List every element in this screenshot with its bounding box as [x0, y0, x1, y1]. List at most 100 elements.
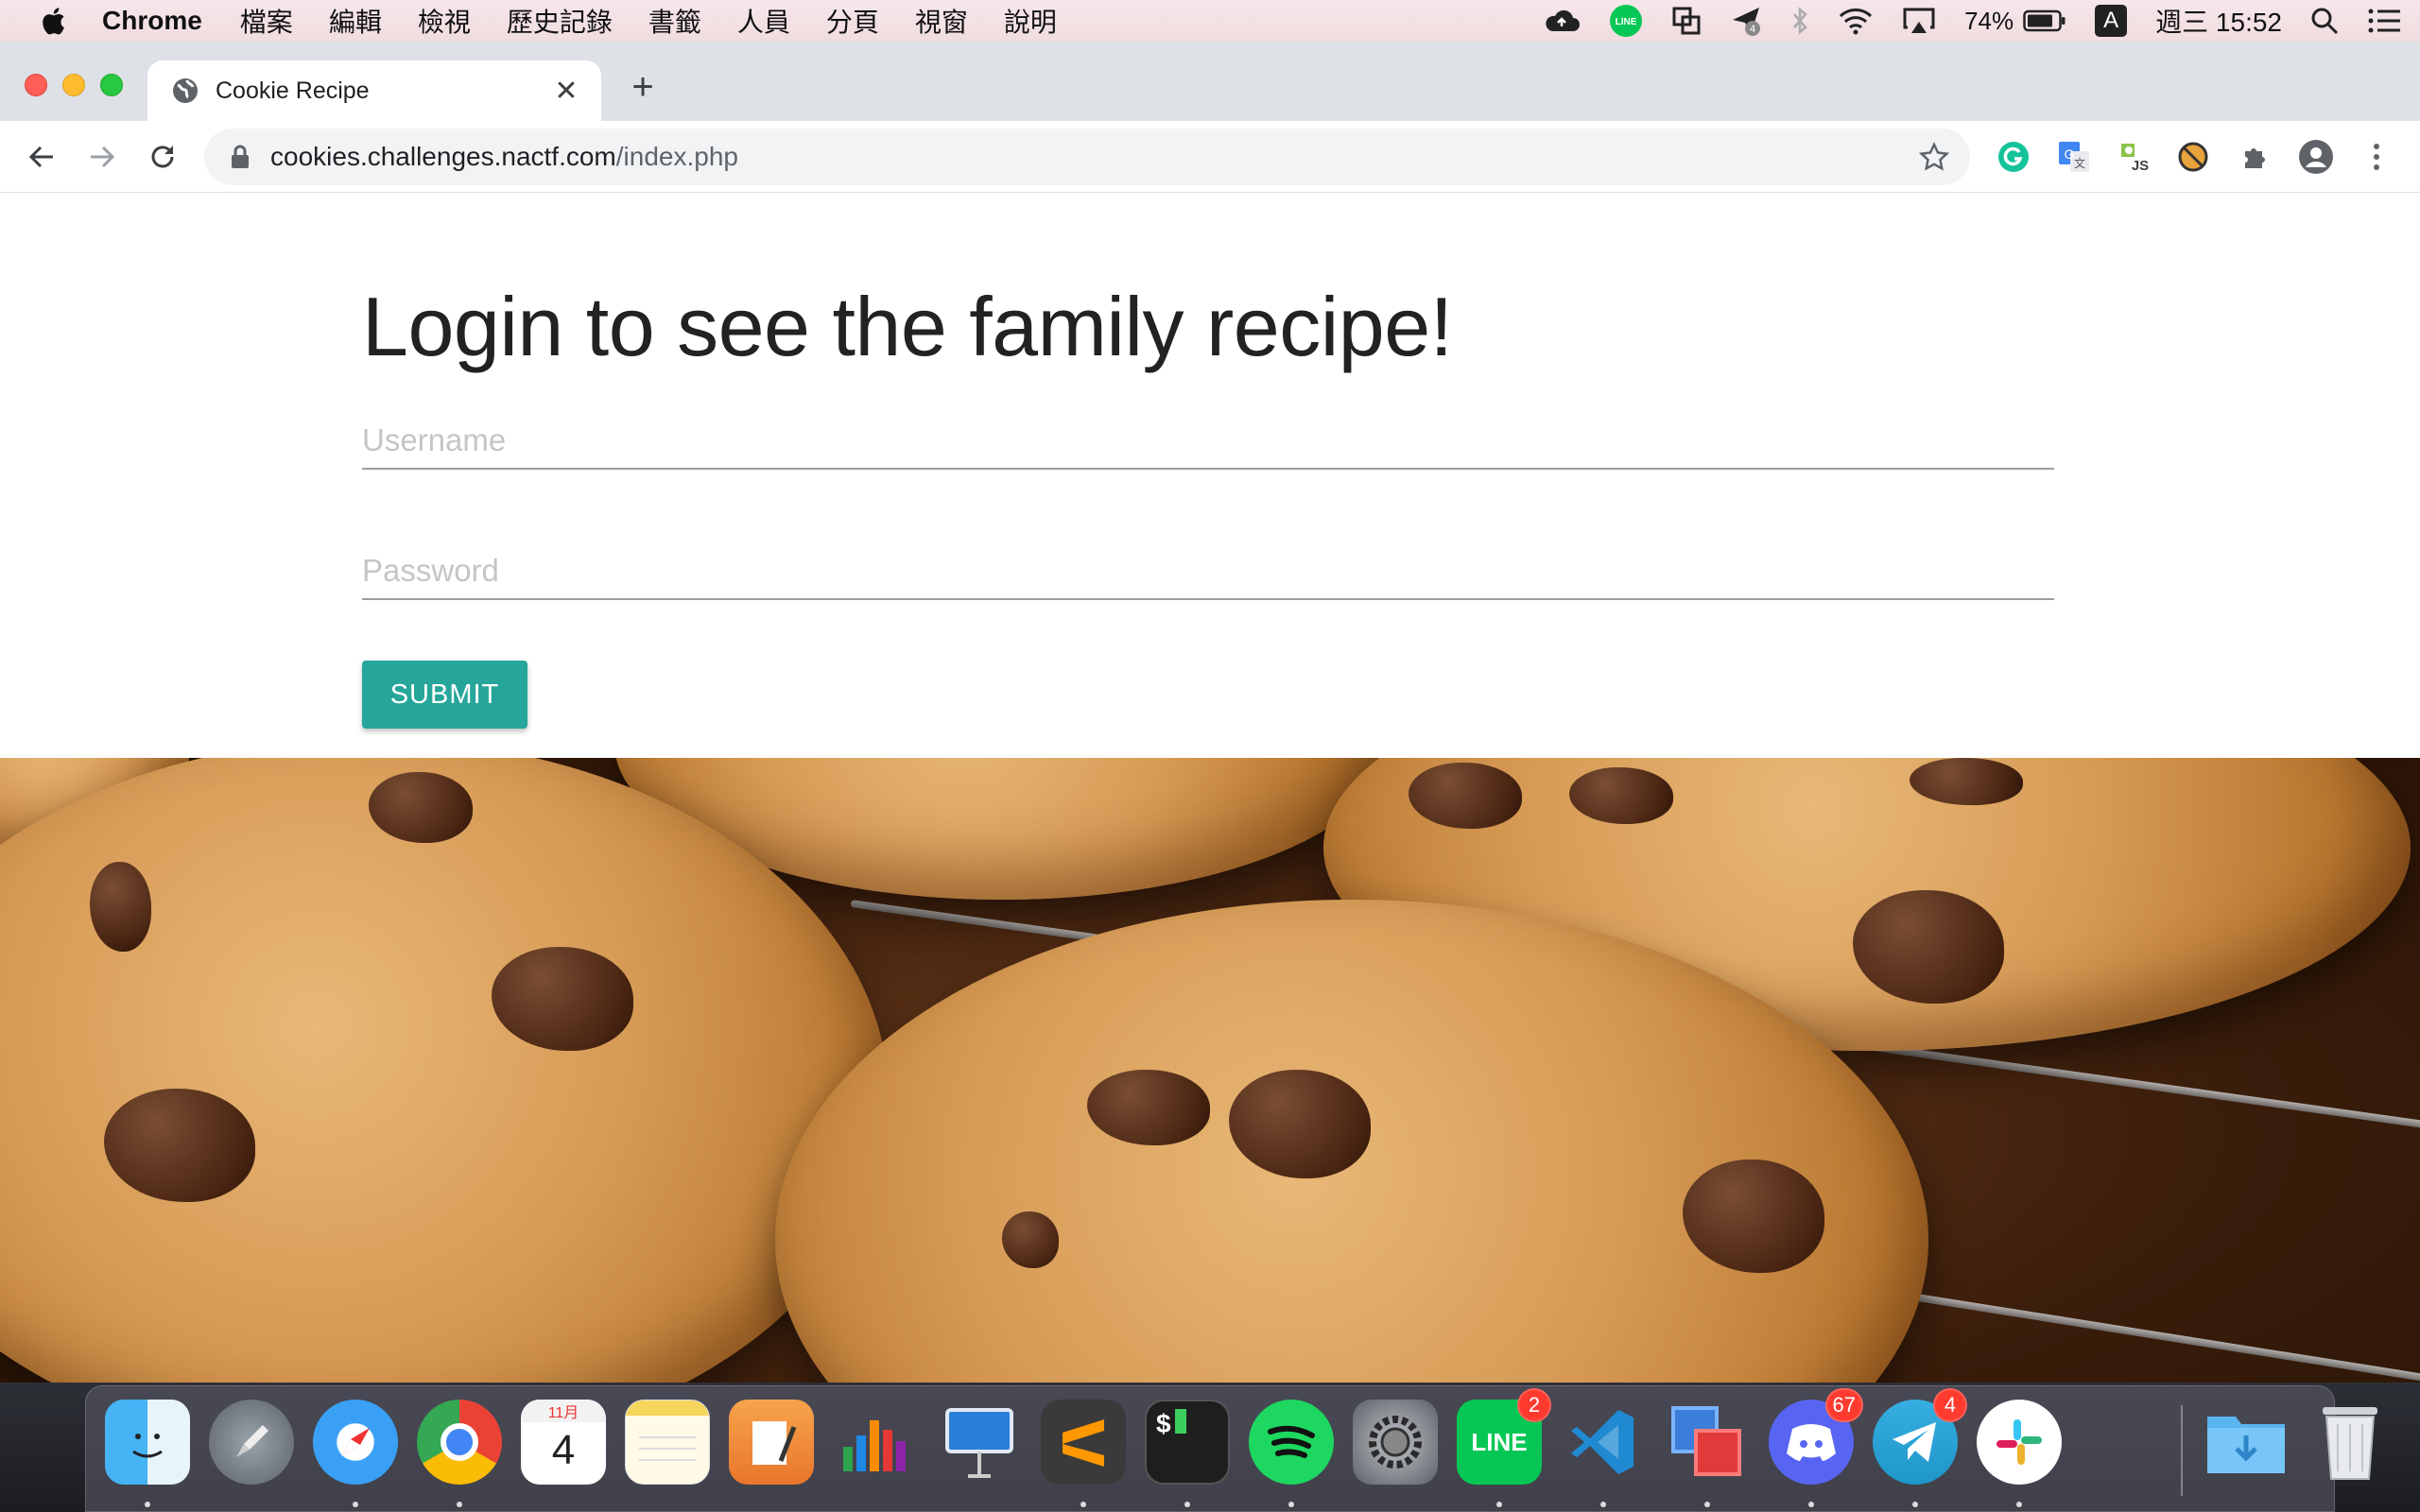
slack-running-indicator	[2016, 1502, 2022, 1507]
page-title: Login to see the family recipe!	[362, 280, 1453, 373]
svg-text:4: 4	[1750, 24, 1755, 35]
window-switch-icon[interactable]	[1671, 0, 1702, 42]
chrome-icon[interactable]	[417, 1400, 502, 1485]
vmware-fusion-icon[interactable]	[1665, 1400, 1750, 1485]
menu-help[interactable]: 說明	[1004, 2, 1057, 40]
send-icon[interactable]: 4	[1730, 0, 1762, 42]
discord-icon[interactable]: 67	[1769, 1388, 1863, 1485]
telegram-notification-badge: 4	[1933, 1388, 1967, 1422]
chrome-menu-icon[interactable]	[2358, 138, 2395, 176]
input-method-indicator[interactable]: A	[2095, 0, 2128, 42]
downloads-folder-icon[interactable]	[2204, 1400, 2289, 1485]
close-tab-icon[interactable]: ✕	[550, 75, 582, 107]
sublime-text-icon[interactable]	[1041, 1400, 1126, 1485]
menu-app-name[interactable]: Chrome	[102, 6, 202, 36]
clock[interactable]: 週三 15:52	[2155, 0, 2282, 42]
finder-icon[interactable]	[105, 1400, 190, 1485]
minimize-window-button[interactable]	[62, 74, 85, 96]
terminal-cursor	[1174, 1409, 1186, 1434]
menu-window[interactable]: 視窗	[915, 2, 968, 40]
menu-tab[interactable]: 分頁	[826, 2, 879, 40]
slack-icon[interactable]	[1977, 1400, 2062, 1485]
vmware-running-indicator	[1704, 1502, 1710, 1507]
tab-cookie-recipe[interactable]: Cookie Recipe ✕	[147, 60, 601, 121]
bookmark-star-icon[interactable]	[1919, 142, 1949, 172]
menu-edit[interactable]: 編輯	[329, 2, 382, 40]
cookies-background-image	[0, 758, 2420, 1383]
safari-icon[interactable]	[313, 1400, 398, 1485]
line-app-icon[interactable]: LINE 2	[1457, 1388, 1551, 1485]
blocked-extension-icon[interactable]	[2174, 138, 2212, 176]
menu-people[interactable]: 人員	[737, 2, 790, 40]
cloud-sync-icon[interactable]	[1543, 0, 1581, 42]
chrome-running-indicator	[457, 1502, 462, 1507]
notification-center-icon[interactable]	[2367, 0, 2401, 42]
vscode-running-indicator	[1600, 1502, 1606, 1507]
menu-view[interactable]: 檢視	[418, 2, 471, 40]
line-status-icon[interactable]: LINE	[1609, 0, 1643, 42]
calendar-icon[interactable]: 11月 4	[521, 1400, 606, 1485]
close-window-button[interactable]	[25, 74, 47, 96]
grammarly-extension-icon[interactable]	[1995, 138, 2032, 176]
input-method-label: A	[2095, 5, 2128, 37]
sublime-running-indicator	[1080, 1502, 1086, 1507]
zoom-window-button[interactable]	[100, 74, 123, 96]
line-app-label: LINE	[1471, 1427, 1528, 1456]
keynote-icon[interactable]	[937, 1400, 1022, 1485]
google-translate-extension-icon[interactable]: G文	[2055, 138, 2093, 176]
telegram-running-indicator	[1912, 1502, 1918, 1507]
discord-running-indicator	[1808, 1502, 1814, 1507]
battery-percent[interactable]: 74%	[1964, 0, 2014, 42]
svg-text:G: G	[2065, 146, 2075, 162]
lock-icon[interactable]	[229, 144, 251, 170]
wifi-icon[interactable]	[1838, 0, 1874, 42]
terminal-prompt: $	[1156, 1409, 1171, 1438]
dock-separator	[2181, 1405, 2183, 1496]
battery-icon[interactable]	[2023, 0, 2066, 42]
url-path: /index.php	[615, 142, 738, 171]
globe-icon	[173, 78, 198, 103]
bluetooth-icon[interactable]	[1790, 0, 1809, 42]
svg-text:文: 文	[2074, 156, 2085, 170]
menu-bookmarks[interactable]: 書籤	[648, 2, 701, 40]
new-tab-icon[interactable]: +	[624, 68, 662, 106]
notes-icon[interactable]	[625, 1400, 710, 1485]
discord-notification-badge: 67	[1824, 1388, 1863, 1422]
spotify-running-indicator	[1288, 1502, 1294, 1507]
pages-icon[interactable]	[729, 1400, 814, 1485]
trash-icon[interactable]	[2308, 1400, 2393, 1485]
airplay-icon[interactable]	[1902, 0, 1936, 42]
address-bar[interactable]: cookies.challenges.nactf.com/index.php	[204, 129, 1970, 185]
password-input[interactable]	[362, 543, 2054, 600]
launchpad-icon[interactable]	[209, 1400, 294, 1485]
js-extension-icon[interactable]: JS	[2116, 138, 2153, 176]
back-arrow-icon[interactable]	[23, 138, 60, 176]
spotlight-search-icon[interactable]	[2310, 0, 2339, 42]
calendar-month: 11月	[521, 1400, 606, 1422]
telegram-icon[interactable]: 4	[1873, 1388, 1967, 1485]
forward-arrow-icon[interactable]	[83, 138, 121, 176]
terminal-icon[interactable]: $	[1145, 1400, 1230, 1485]
calendar-day: 4	[551, 1427, 576, 1473]
line-running-indicator	[1496, 1502, 1502, 1507]
web-page: Login to see the family recipe! SUBMIT	[0, 194, 2420, 1383]
menu-bar: Chrome 檔案 編輯 檢視 歷史記錄 書籤 人員 分頁 視窗 說明 LINE…	[0, 0, 2420, 42]
menu-history[interactable]: 歷史記錄	[507, 2, 613, 40]
url-text: cookies.challenges.nactf.com/index.php	[270, 142, 738, 172]
reload-icon[interactable]	[144, 138, 182, 176]
terminal-running-indicator	[1184, 1502, 1190, 1507]
system-preferences-icon[interactable]	[1353, 1400, 1438, 1485]
username-input[interactable]	[362, 413, 2054, 470]
profile-avatar-icon[interactable]	[2297, 138, 2335, 176]
extensions-puzzle-icon[interactable]	[2237, 138, 2274, 176]
spotify-icon[interactable]	[1249, 1400, 1334, 1485]
chrome-center-icon	[441, 1423, 478, 1461]
vscode-icon[interactable]	[1561, 1400, 1646, 1485]
submit-button[interactable]: SUBMIT	[362, 661, 527, 729]
apple-icon[interactable]	[38, 5, 66, 37]
numbers-icon[interactable]	[833, 1400, 918, 1485]
menu-file[interactable]: 檔案	[240, 2, 293, 40]
url-host: cookies.challenges.nactf.com	[270, 142, 616, 171]
svg-text:JS: JS	[2132, 158, 2149, 174]
tab-title: Cookie Recipe	[216, 77, 370, 104]
